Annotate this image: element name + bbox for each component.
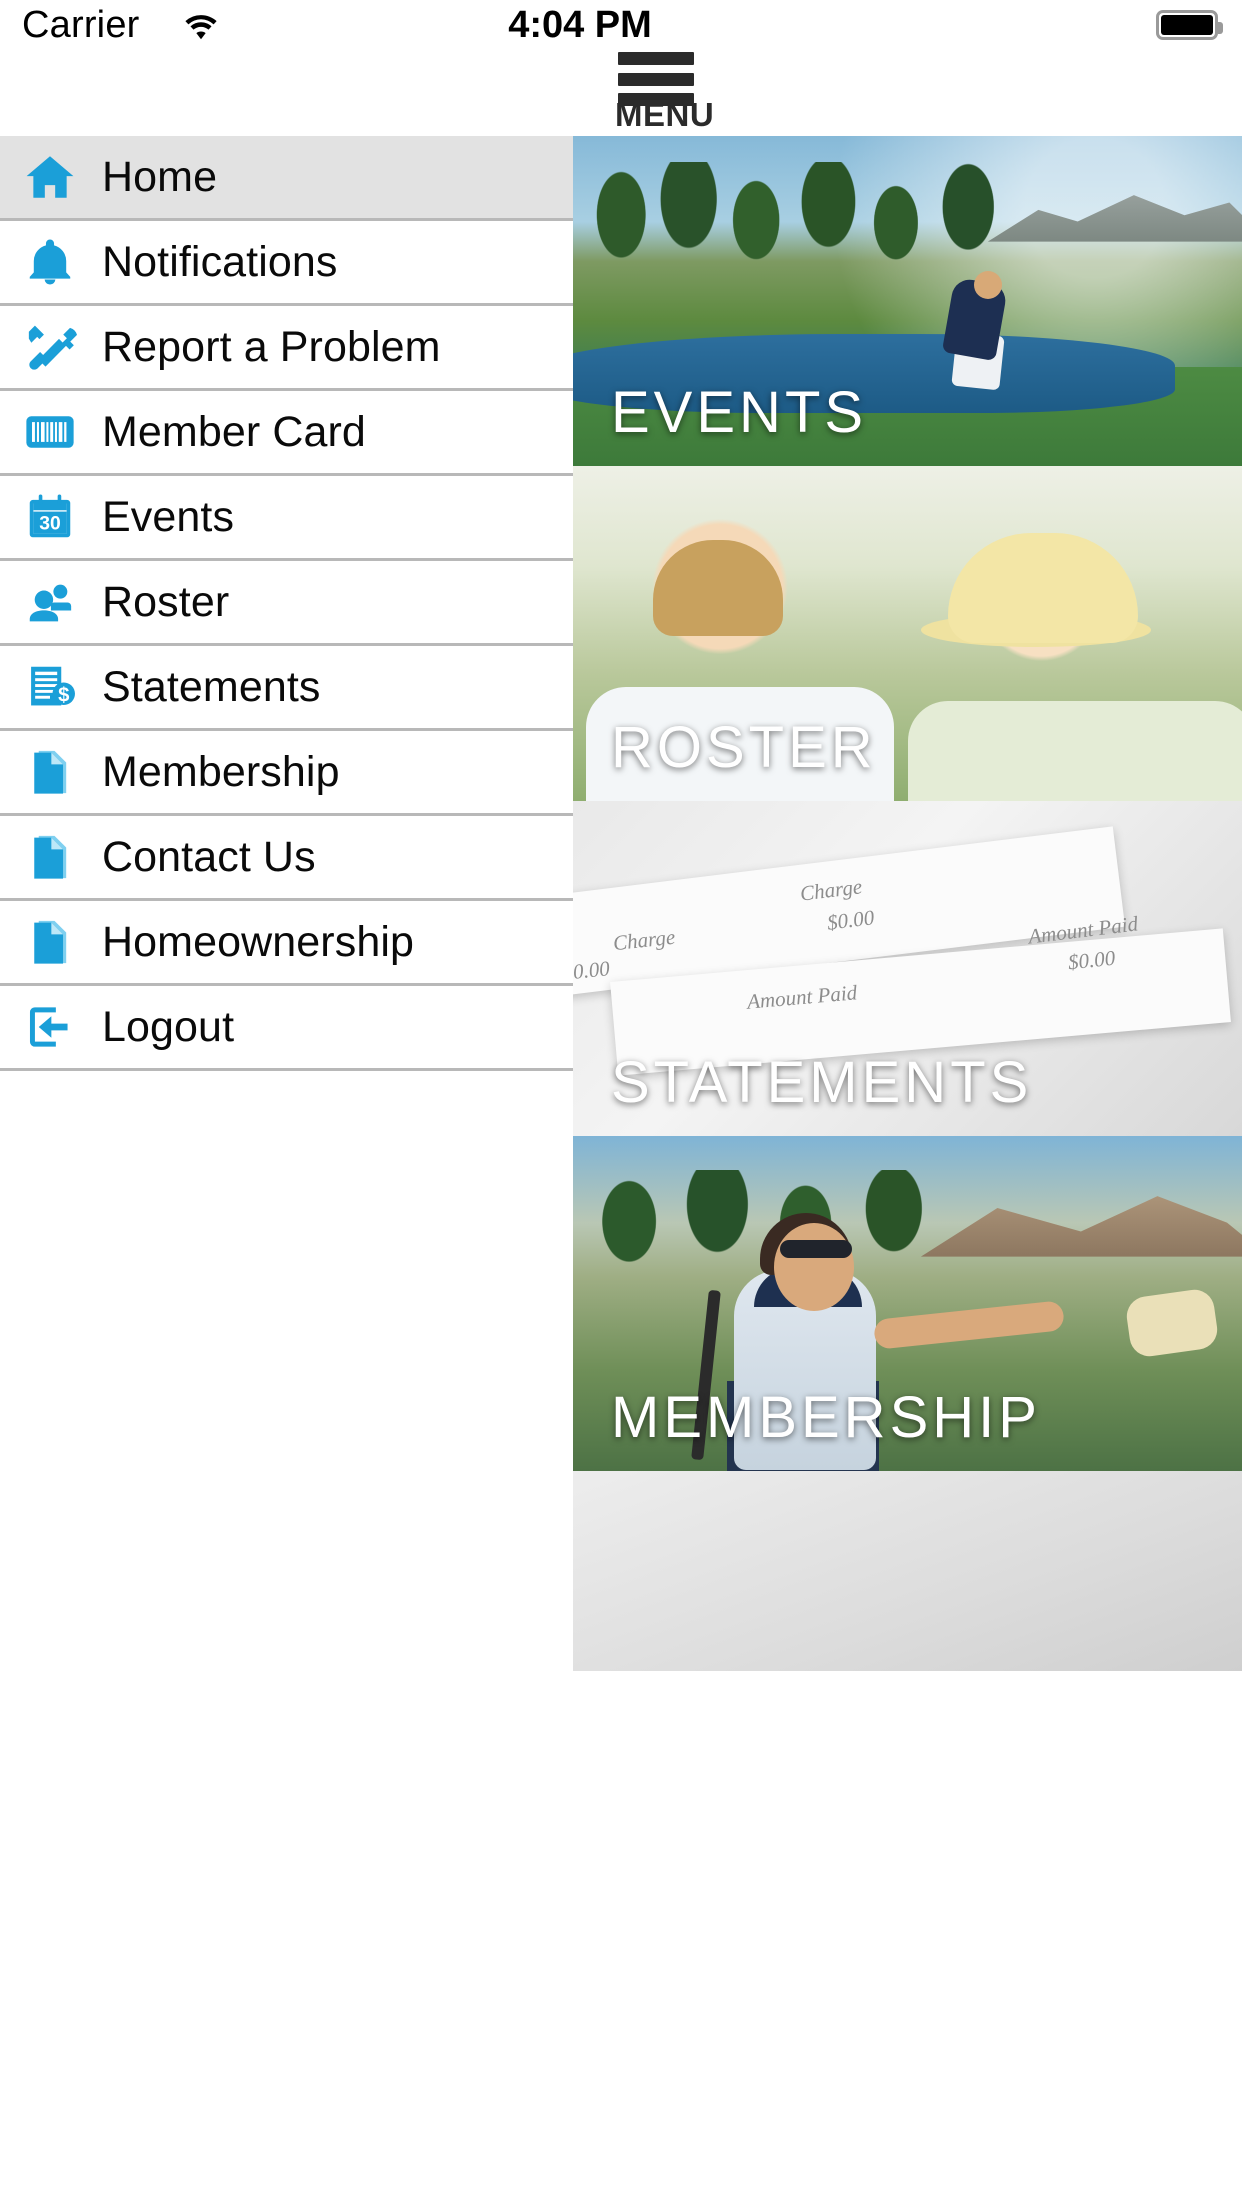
sidebar-item-label: Events — [102, 492, 235, 541]
tile-caption: ROSTER — [611, 715, 877, 780]
navigation-drawer: Home Notifications Report a Problem Memb… — [0, 0, 573, 2208]
sidebar-item-notifications[interactable]: Notifications — [0, 221, 573, 306]
clock-label: 4:04 PM — [508, 4, 652, 46]
sidebar-item-report-a-problem[interactable]: Report a Problem — [0, 306, 573, 391]
sidebar-item-label: Contact Us — [102, 832, 316, 881]
document-icon — [34, 920, 67, 964]
sidebar-item-contact-us[interactable]: Contact Us — [0, 816, 573, 901]
sidebar-item-label: Logout — [102, 1002, 235, 1051]
tile-events[interactable]: EVENTS — [573, 136, 1242, 466]
drawer-menu-list: Home Notifications Report a Problem Memb… — [0, 136, 573, 1071]
tile-membership[interactable]: MEMBERSHIP — [573, 1136, 1242, 1471]
barcode-icon — [14, 402, 86, 462]
invoice-dollar-icon: $ — [14, 657, 86, 717]
drawer-empty-area — [0, 1071, 573, 1091]
tile-caption: EVENTS — [611, 380, 868, 445]
bell-icon — [29, 239, 71, 285]
tools-icon — [14, 317, 86, 377]
tools-icon — [28, 325, 77, 370]
home-icon — [26, 156, 74, 198]
sidebar-item-member-card[interactable]: Member Card — [0, 391, 573, 476]
sidebar-item-label: Roster — [102, 577, 230, 626]
sidebar-item-label: Home — [102, 152, 218, 201]
svg-text:$: $ — [58, 684, 69, 706]
status-bar: Carrier 4:04 PM — [0, 0, 1242, 58]
sidebar-item-label: Homeownership — [102, 917, 415, 966]
people-icon — [29, 584, 72, 622]
sidebar-item-membership[interactable]: Membership — [0, 731, 573, 816]
document-icon — [14, 912, 86, 972]
sidebar-item-label: Notifications — [102, 237, 338, 286]
tile-caption: MEMBERSHIP — [611, 1385, 1041, 1450]
svg-text:30: 30 — [39, 513, 61, 535]
home-icon — [14, 147, 86, 207]
sidebar-item-roster[interactable]: Roster — [0, 561, 573, 646]
sidebar-item-label: Report a Problem — [102, 322, 441, 371]
tile-next[interactable] — [573, 1471, 1242, 1671]
paper-text: 0.00 — [573, 956, 611, 985]
sidebar-item-label: Membership — [102, 747, 340, 796]
tile-statements[interactable]: Charge $0.00 Amount Paid Charge $0.00 Amount … — [573, 801, 1242, 1136]
blank-photo — [573, 1471, 1242, 1671]
document-icon — [34, 750, 67, 794]
sidebar-item-events[interactable]: 30 Events — [0, 476, 573, 561]
document-icon — [14, 827, 86, 887]
calendar-30-icon: 30 — [29, 494, 71, 538]
barcode-icon — [26, 416, 74, 448]
people-icon — [14, 572, 86, 632]
invoice-dollar-icon: $ — [31, 666, 75, 706]
calendar-30-icon: 30 — [14, 487, 86, 547]
bell-icon — [14, 232, 86, 292]
sidebar-item-homeownership[interactable]: Homeownership — [0, 901, 573, 986]
app-screen: Home Notifications Report a Problem Memb… — [0, 0, 1242, 2208]
sidebar-item-label: Member Card — [102, 407, 366, 456]
hamburger-bar-2 — [618, 72, 694, 86]
sidebar-item-home[interactable]: Home — [0, 136, 573, 221]
sidebar-item-label: Statements — [102, 662, 321, 711]
tile-caption: STATEMENTS — [611, 1050, 1033, 1115]
sidebar-item-logout[interactable]: Logout — [0, 986, 573, 1071]
tile-list: EVENTS ROSTER Charge $0.00 Amount Paid Char… — [573, 136, 1242, 2208]
content-panel: MENU EVENTS ROSTER Charge $0.00 Amount Pai… — [573, 0, 1242, 2208]
tile-roster[interactable]: ROSTER — [573, 466, 1242, 801]
document-icon — [34, 835, 67, 879]
logout-arrow-icon — [29, 1007, 68, 1047]
sidebar-item-statements[interactable]: $ Statements — [0, 646, 573, 731]
battery-full-icon — [1156, 10, 1223, 40]
logout-arrow-icon — [14, 997, 86, 1057]
document-icon — [14, 742, 86, 802]
menu-button-label[interactable]: MENU — [615, 96, 714, 134]
